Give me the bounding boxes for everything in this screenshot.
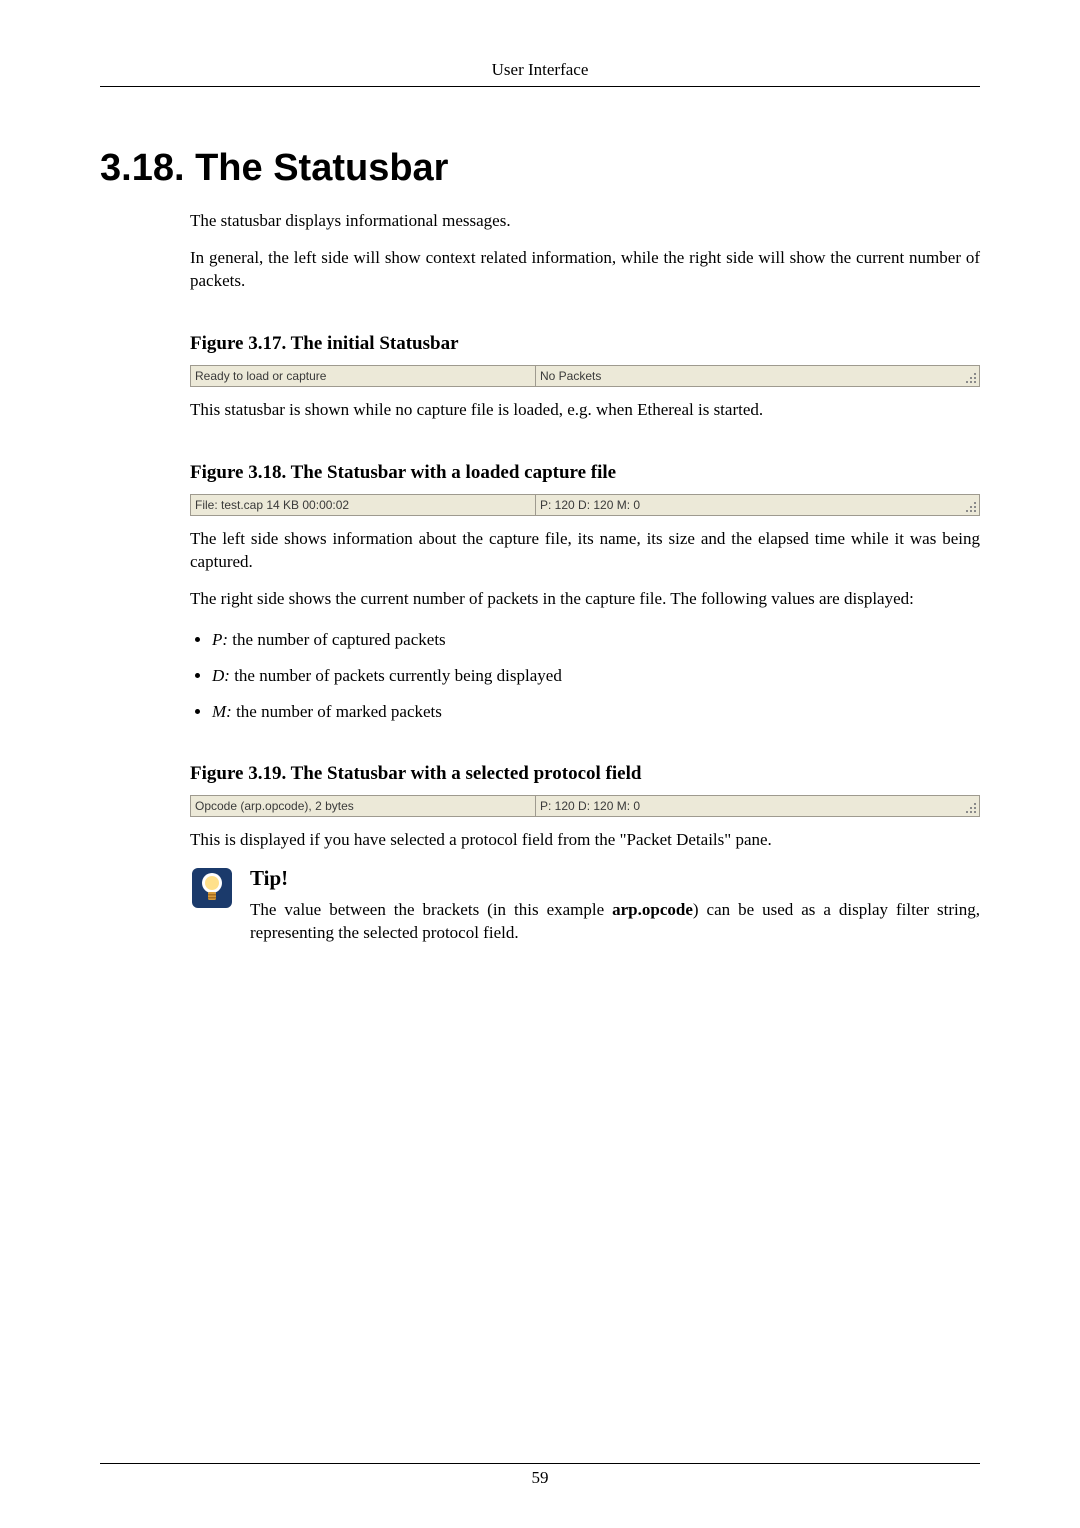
statusbar-left-text: File: test.cap 14 KB 00:00:02 — [195, 498, 349, 512]
tip-content: Tip! The value between the brackets (in … — [250, 866, 980, 945]
intro-paragraph-2: In general, the left side will show cont… — [190, 247, 980, 293]
page-header: User Interface — [100, 60, 980, 86]
statusbar-initial: Ready to load or capture No Packets — [190, 365, 980, 387]
figure-3-18-desc-2: The right side shows the current number … — [190, 588, 980, 611]
figure-3-18-desc-1: The left side shows information about th… — [190, 528, 980, 574]
statusbar-right-text: P: 120 D: 120 M: 0 — [540, 498, 640, 512]
tip-bold: arp.opcode — [612, 900, 693, 919]
statusbar-loaded: File: test.cap 14 KB 00:00:02 P: 120 D: … — [190, 494, 980, 516]
resize-grip-icon — [964, 801, 978, 815]
tip-title: Tip! — [250, 866, 980, 891]
statusbar-right-text: P: 120 D: 120 M: 0 — [540, 799, 640, 813]
lightbulb-icon — [190, 866, 234, 910]
statusbar-left-panel: Opcode (arp.opcode), 2 bytes — [190, 795, 535, 817]
list-item-m: M: the number of marked packets — [212, 701, 980, 723]
list-item-d: D: the number of packets currently being… — [212, 665, 980, 687]
figure-3-17-desc: This statusbar is shown while no capture… — [190, 399, 980, 422]
text-d: the number of packets currently being di… — [230, 666, 562, 685]
figure-3-18-caption: Figure 3.18. The Statusbar with a loaded… — [190, 462, 980, 484]
statusbar-left-text: Opcode (arp.opcode), 2 bytes — [195, 799, 354, 813]
label-d: D: — [212, 666, 230, 685]
header-text: User Interface — [492, 60, 589, 79]
figure-3-19-desc: This is displayed if you have selected a… — [190, 829, 980, 852]
page-footer: 59 — [100, 1463, 980, 1488]
packet-count-list: P: the number of captured packets D: the… — [190, 629, 980, 723]
resize-grip-icon — [964, 500, 978, 514]
statusbar-right-text: No Packets — [540, 369, 601, 383]
tip-text: The value between the brackets (in this … — [250, 899, 980, 945]
text-p: the number of captured packets — [228, 630, 446, 649]
tip-text-before: The value between the brackets (in this … — [250, 900, 612, 919]
label-m: M: — [212, 702, 232, 721]
tip-block: Tip! The value between the brackets (in … — [190, 866, 980, 945]
statusbar-right-panel: P: 120 D: 120 M: 0 — [535, 494, 980, 516]
header-rule — [100, 86, 980, 87]
statusbar-left-panel: File: test.cap 14 KB 00:00:02 — [190, 494, 535, 516]
statusbar-selected-field: Opcode (arp.opcode), 2 bytes P: 120 D: 1… — [190, 795, 980, 817]
resize-grip-icon — [964, 371, 978, 385]
statusbar-right-panel: P: 120 D: 120 M: 0 — [535, 795, 980, 817]
label-p: P: — [212, 630, 228, 649]
statusbar-left-text: Ready to load or capture — [195, 369, 326, 383]
statusbar-right-panel: No Packets — [535, 365, 980, 387]
section-heading: 3.18. The Statusbar — [100, 147, 980, 190]
figure-3-19-caption: Figure 3.19. The Statusbar with a select… — [190, 763, 980, 785]
text-m: the number of marked packets — [232, 702, 442, 721]
page-number: 59 — [100, 1468, 980, 1488]
list-item-p: P: the number of captured packets — [212, 629, 980, 651]
intro-paragraph-1: The statusbar displays informational mes… — [190, 210, 980, 233]
page-container: User Interface 3.18. The Statusbar The s… — [0, 0, 1080, 1528]
figure-3-17-caption: Figure 3.17. The initial Statusbar — [190, 333, 980, 355]
statusbar-left-panel: Ready to load or capture — [190, 365, 535, 387]
body-content: The statusbar displays informational mes… — [190, 210, 980, 945]
footer-rule — [100, 1463, 980, 1464]
